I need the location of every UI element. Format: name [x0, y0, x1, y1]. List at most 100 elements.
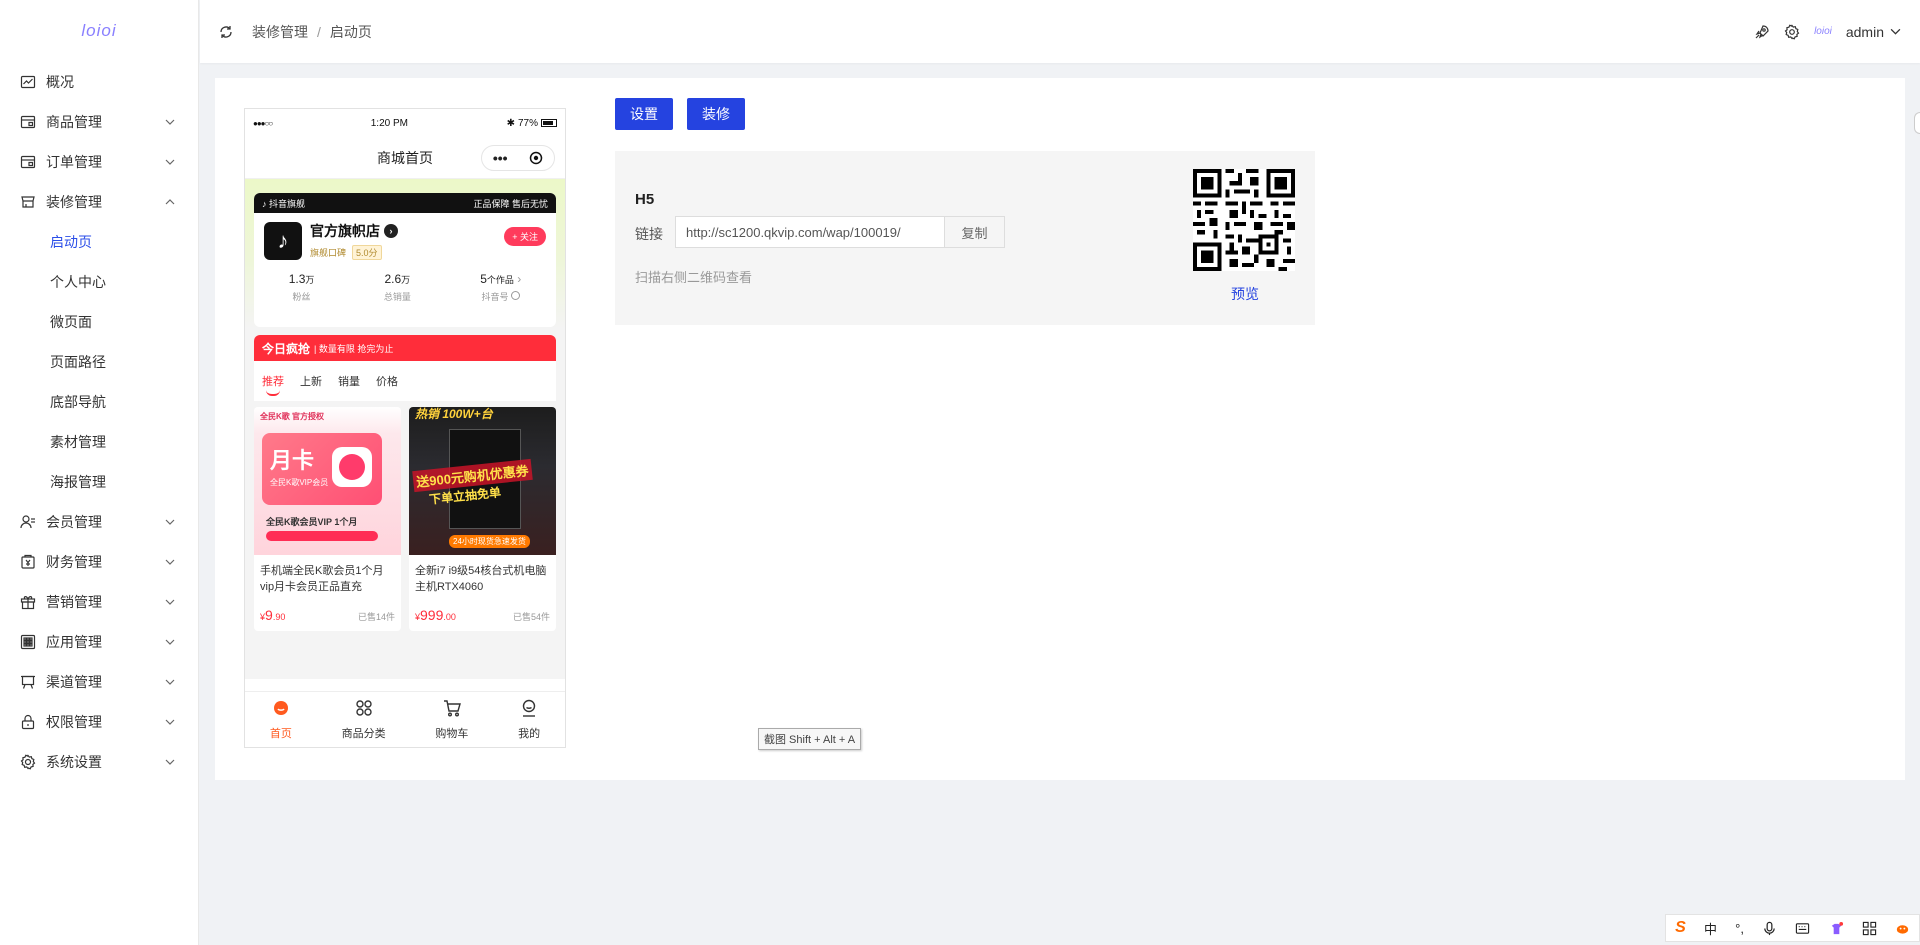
submenu-item-posters[interactable]: 海报管理 [0, 462, 198, 502]
sidebar-item-apps[interactable]: 应用管理 [0, 622, 198, 662]
product-title: 全新i7 i9级54核台式机电脑主机RTX4060 [415, 565, 547, 593]
submenu-item-micro-page[interactable]: 微页面 [0, 302, 198, 342]
h5-title: H5 [635, 191, 655, 208]
category-icon [354, 698, 374, 721]
stat-label: 抖音号 [480, 290, 521, 303]
header-actions: loioi admin [1754, 24, 1902, 40]
skin-icon[interactable] [1829, 921, 1844, 936]
flash-sale-banner[interactable]: 今日疯抢 | 数量有限 抢完为止 [254, 335, 556, 361]
ime-toolbar: S 中 °, [1665, 914, 1920, 942]
sidebar-item-marketing[interactable]: 营销管理 [0, 582, 198, 622]
tabbar-item-mine[interactable]: 我的 [518, 698, 540, 741]
submenu-item-page-path[interactable]: 页面路径 [0, 342, 198, 382]
more-icon[interactable]: ••• [493, 150, 508, 166]
tabbar-item-category[interactable]: 商品分类 [342, 698, 386, 741]
copy-button[interactable]: 复制 [944, 217, 1004, 247]
h5-link-label: 链接 [635, 226, 663, 242]
bluetooth-icon: ✱ [506, 117, 515, 129]
username: admin [1845, 23, 1884, 40]
submenu-item-personal-center[interactable]: 个人中心 [0, 262, 198, 302]
tabbar-item-home[interactable]: 首页 [270, 698, 292, 741]
product-sort-tabs: 推荐 上新 销量 价格 [254, 361, 556, 401]
decorate-button[interactable]: 装修 [687, 98, 745, 130]
gift-icon [20, 594, 36, 610]
qr-code [1193, 169, 1295, 271]
chevron-down-icon [164, 156, 176, 168]
submenu-item-launch-page[interactable]: 启动页 [0, 222, 198, 262]
preview-link[interactable]: 预览 [1231, 284, 1259, 304]
product-image-headline: 月卡 [270, 448, 315, 473]
product-image-footer: 全民K歌会员VIP 1个月 [266, 517, 358, 527]
stat-unit: 个作品 [486, 275, 514, 285]
product-price-row: ¥9.90 已售14件 [254, 599, 401, 623]
breadcrumb-item[interactable]: 装修管理 [252, 22, 308, 42]
sidebar-item-finance[interactable]: 财务管理 [0, 542, 198, 582]
settings-icon[interactable] [1784, 23, 1800, 40]
goods-icon [20, 114, 36, 130]
phone-statusbar: ●●●○○ 1:20 PM ✱ 77% [245, 109, 565, 137]
keyboard-icon[interactable] [1795, 921, 1810, 936]
sidebar: loioi 概况 商品管理 订单管理 装修管理 启动页 个人中心 微页面 页面路… [0, 0, 199, 945]
tabbar-item-cart[interactable]: 购物车 [435, 698, 468, 741]
ime-mode[interactable]: 中 [1704, 919, 1717, 938]
stat-value: 1.3 [288, 272, 306, 286]
home-icon [271, 698, 291, 721]
sidebar-item-channels[interactable]: 渠道管理 [0, 662, 198, 702]
follow-button[interactable]: + 关注 [504, 227, 546, 246]
settings-button[interactable]: 设置 [615, 98, 673, 130]
tab-new[interactable]: 上新 [300, 373, 322, 389]
product-card[interactable]: 热销 100W+台 送900元购机优惠券 下单立抽免单 24小时现货急速发货 全… [409, 407, 556, 631]
chevron-down-icon [164, 636, 176, 648]
product-price-row: ¥999.00 已售54件 [409, 599, 556, 623]
chevron-down-icon [164, 596, 176, 608]
h5-url-value[interactable]: http://sc1200.qkvip.com/wap/100019/ [676, 225, 944, 240]
tab-price[interactable]: 价格 [376, 373, 398, 389]
product-price: ¥999.00 [415, 607, 456, 623]
app-logo: loioi [81, 21, 117, 40]
product-image: 热销 100W+台 送900元购机优惠券 下单立抽免单 24小时现货急速发货 [409, 407, 556, 555]
sidebar-item-overview[interactable]: 概况 [0, 62, 198, 102]
sidebar-item-settings[interactable]: 系统设置 [0, 742, 198, 782]
tab-sales[interactable]: 销量 [338, 373, 360, 389]
shop-tagline: 旗舰口碑 [310, 248, 347, 258]
product-card[interactable]: 全民K歌 官方授权 月卡 全民K歌VIP会员 全民K歌会员VIP 1个月 手机端… [254, 407, 401, 631]
rocket-icon[interactable] [1754, 24, 1770, 40]
order-icon [20, 154, 36, 170]
sidebar-item-members[interactable]: 会员管理 [0, 502, 198, 542]
member-icon [20, 514, 36, 530]
sidebar-item-label: 权限管理 [46, 714, 102, 730]
gear-icon [20, 754, 36, 770]
battery-indicator: ✱ 77% [507, 118, 557, 129]
tabbar-label: 首页 [269, 728, 292, 740]
submenu-item-bottom-nav[interactable]: 底部导航 [0, 382, 198, 422]
tabbar-label: 购物车 [435, 728, 469, 740]
punctuation-icon[interactable]: °, [1735, 921, 1744, 936]
sidebar-item-permissions[interactable]: 权限管理 [0, 702, 198, 742]
close-target-icon[interactable] [529, 151, 543, 165]
finance-icon [20, 554, 36, 570]
stat-fans: 1.3万 粉丝 [289, 272, 315, 303]
phone-page-title: 商城首页 [377, 149, 433, 166]
grid-menu-icon[interactable] [1862, 921, 1877, 936]
sogou-logo-icon[interactable]: S [1675, 919, 1686, 937]
sidebar-item-decoration[interactable]: 装修管理 [0, 182, 198, 222]
sidebar-item-orders[interactable]: 订单管理 [0, 142, 198, 182]
sidebar-item-label: 财务管理 [46, 554, 102, 570]
product-title: 手机端全民K歌会员1个月vip月卡会员正品直充 [260, 565, 384, 593]
breadcrumb-item-current: 启动页 [329, 23, 372, 40]
refresh-icon[interactable] [218, 24, 234, 40]
microphone-icon[interactable] [1762, 921, 1777, 936]
product-image-caption: 热销 100W+台 [415, 407, 493, 421]
tabbar-label: 我的 [518, 728, 541, 740]
sidebar-item-goods[interactable]: 商品管理 [0, 102, 198, 142]
stat-works[interactable]: 5个作品 › 抖音号 [480, 272, 521, 303]
miniapp-capsule[interactable]: ••• [481, 145, 555, 171]
side-handle[interactable] [1914, 112, 1920, 134]
tab-recommend[interactable]: 推荐 [262, 373, 284, 396]
user-avatar-logo: loioi [1814, 26, 1832, 37]
h5-url-field[interactable]: http://sc1200.qkvip.com/wap/100019/ 复制 [675, 216, 1005, 248]
submenu-item-materials[interactable]: 素材管理 [0, 422, 198, 462]
shop-card[interactable]: ♪ 抖音旗舰 正品保障 售后无忧 ♪ 官方旗帜店 › 旗舰口碑 5.0分 + 关… [254, 193, 556, 327]
mascot-icon[interactable] [1895, 921, 1910, 936]
user-menu[interactable]: admin [1846, 24, 1902, 40]
